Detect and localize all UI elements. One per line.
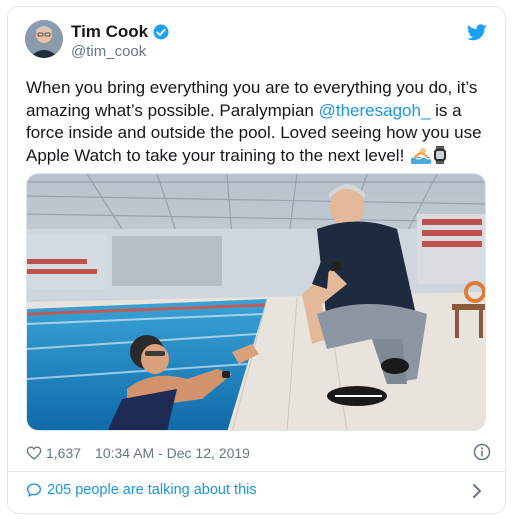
watch-emoji <box>433 145 447 171</box>
conversation-link[interactable]: 205 people are talking about this <box>26 482 257 498</box>
chevron-right-icon[interactable] <box>471 483 483 499</box>
tweet-text: When you bring everything you are to eve… <box>26 77 486 170</box>
swimmer-emoji <box>410 146 432 171</box>
timestamp[interactable]: 10:34 AM - Dec 12, 2019 <box>95 445 250 461</box>
tweet-photo[interactable] <box>26 173 486 431</box>
divider <box>7 471 506 472</box>
verified-badge-icon <box>153 24 169 40</box>
tweet-meta: 1,637 10:34 AM - Dec 12, 2019 <box>26 443 250 463</box>
twitter-bird-icon[interactable] <box>467 24 487 41</box>
speech-bubble-icon <box>27 483 41 497</box>
author-name-row[interactable]: Tim Cook <box>71 22 170 42</box>
mention-link[interactable]: @theresagoh_ <box>319 101 431 120</box>
handle[interactable]: @tim_cook <box>71 43 146 60</box>
heart-icon[interactable] <box>26 445 42 461</box>
avatar[interactable] <box>25 20 63 58</box>
conversation-count: 205 people are talking about this <box>47 482 257 498</box>
like-count[interactable]: 1,637 <box>46 445 81 461</box>
display-name[interactable]: Tim Cook <box>71 22 148 42</box>
info-icon[interactable] <box>473 443 491 461</box>
